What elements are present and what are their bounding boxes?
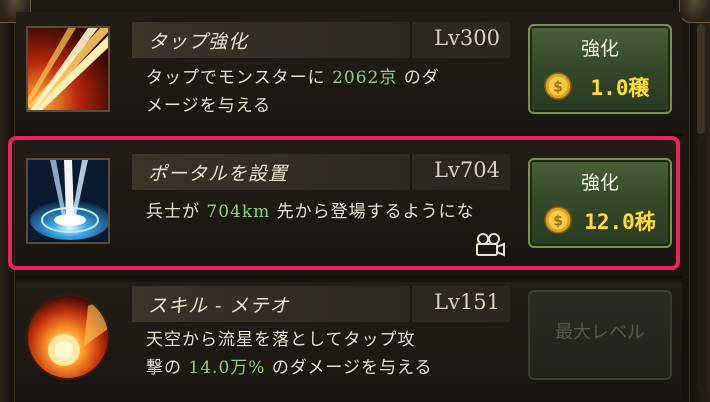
highlight-frame: [8, 136, 680, 270]
upgrade-row-tap: タップ強化 Lv300 タップでモンスターに 2062京 のダ メージを与える …: [16, 12, 682, 130]
upgrade-price: 1.0穣: [590, 76, 650, 100]
scrollbar-thumb[interactable]: [697, 24, 705, 134]
upgrade-title: スキル - メテオ: [148, 295, 290, 317]
upgrade-description: 天空から流星を落としてタップ攻 撃の 14.0万% のダメージを与える: [146, 326, 518, 382]
desc-text: のダ: [397, 68, 440, 88]
max-level-label: 最大レベル: [555, 322, 645, 343]
desc-text: メージを与える: [146, 96, 272, 116]
upgrade-row-meteor: スキル - メテオ Lv151 天空から流星を落としてタップ攻 撃の 14.0万…: [16, 282, 682, 400]
desc-text: のダメージを与える: [265, 358, 433, 378]
meteor-icon: [26, 294, 110, 380]
upgrade-title-bar: タップ強化 Lv300: [132, 22, 510, 58]
desc-value: 14.0万%: [188, 358, 266, 378]
desc-text: 天空から流星を落としてタップ攻: [146, 330, 416, 350]
svg-text:$: $: [553, 80, 563, 96]
row-divider: [16, 276, 682, 278]
scrollbar-track[interactable]: [697, 140, 705, 390]
upgrade-level: Lv300: [434, 26, 500, 50]
desc-text: 撃の: [146, 358, 189, 378]
frame-corner-ornament-right: [679, 0, 710, 23]
desc-value: 2062京: [332, 68, 398, 88]
title-divider: [410, 286, 412, 322]
upgrade-title: タップ強化: [148, 31, 249, 53]
upgrade-button[interactable]: 強化 $ 1.0穣: [528, 24, 672, 114]
title-divider: [410, 22, 412, 58]
upgrade-title-bar: スキル - メテオ Lv151: [132, 286, 510, 322]
tap-slash-icon: [26, 26, 110, 112]
upgrade-description: タップでモンスターに 2062京 のダ メージを与える: [146, 64, 518, 120]
max-level-button: 最大レベル: [528, 290, 672, 380]
upgrade-level: Lv151: [434, 290, 500, 314]
gold-coin-icon: $: [544, 72, 572, 100]
desc-text: タップでモンスターに: [146, 68, 333, 88]
upgrade-button-label: 強化: [580, 38, 619, 60]
